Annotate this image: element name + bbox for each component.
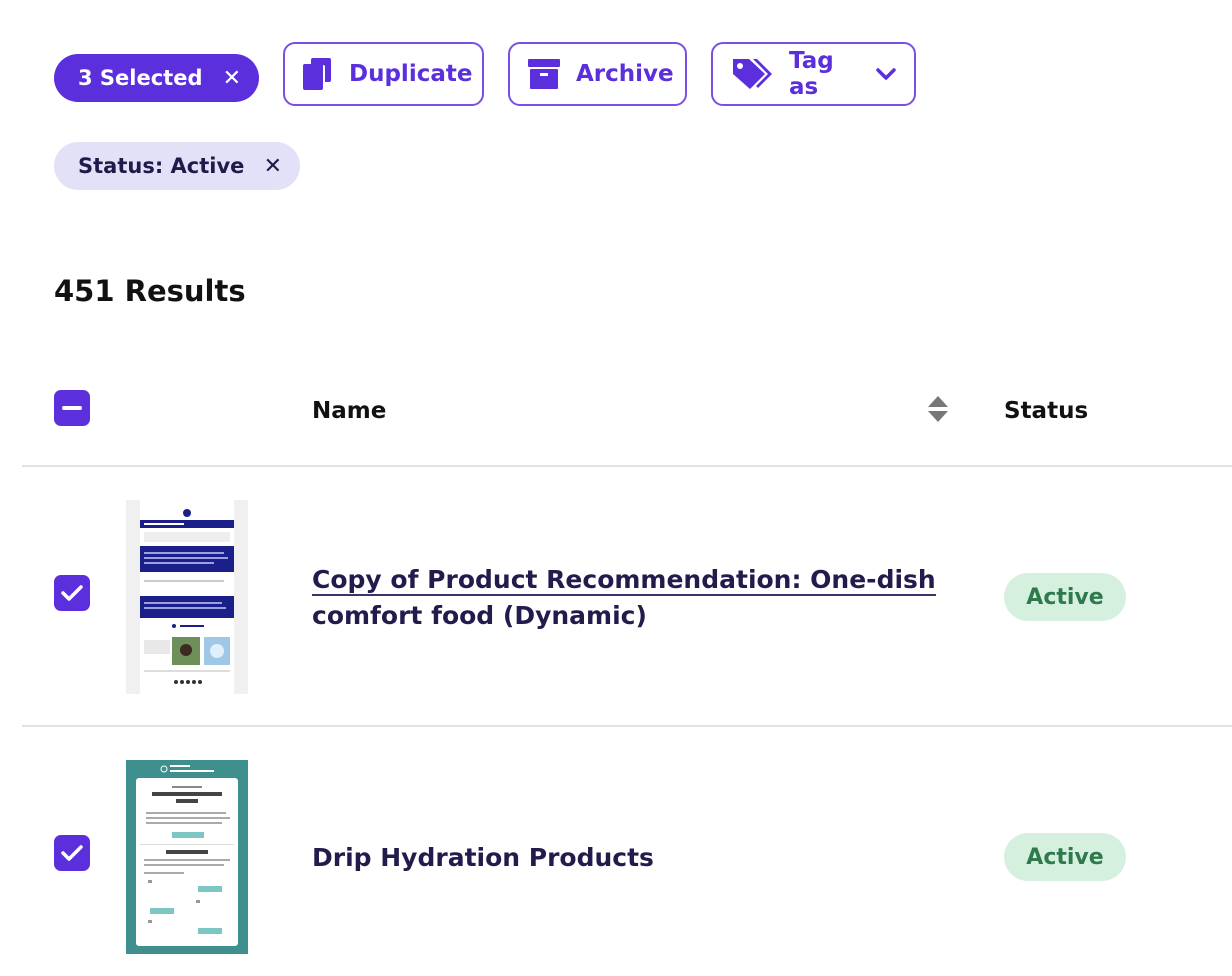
row-name-continued: comfort food (Dynamic)	[312, 601, 647, 630]
archive-button[interactable]: Archive	[508, 42, 687, 106]
chevron-down-icon	[876, 67, 896, 81]
column-header-name[interactable]: Name	[312, 398, 386, 424]
status-filter-chip[interactable]: Status: Active ✕	[54, 142, 300, 190]
checkmark-icon	[61, 845, 83, 861]
row-divider	[22, 725, 1232, 727]
checkmark-icon	[61, 585, 83, 601]
tag-as-label: Tag as	[789, 48, 834, 100]
status-badge: Active	[1004, 573, 1126, 621]
email-thumbnail[interactable]	[126, 500, 248, 694]
row-name-link[interactable]: Copy of Product Recommendation: One-dish	[312, 565, 936, 596]
tag-as-dropdown[interactable]: Tag as	[711, 42, 916, 106]
archive-label: Archive	[576, 61, 674, 87]
results-count: 451 Results	[54, 274, 246, 308]
duplicate-label: Duplicate	[349, 61, 473, 87]
selected-count-label: 3 Selected	[78, 66, 203, 90]
column-header-status[interactable]: Status	[1004, 398, 1088, 424]
row-name[interactable]: Copy of Product Recommendation: One-dish…	[312, 562, 936, 634]
row-checkbox[interactable]	[54, 575, 90, 611]
row-checkbox[interactable]	[54, 835, 90, 871]
select-all-checkbox[interactable]	[54, 390, 90, 426]
row-name-text[interactable]: Drip Hydration Products	[312, 843, 654, 872]
clear-selection-icon[interactable]: ✕	[223, 66, 241, 91]
header-divider	[22, 465, 1232, 467]
archive-box-icon	[528, 59, 560, 89]
copy-icon	[303, 58, 333, 90]
row-name[interactable]: Drip Hydration Products	[312, 840, 654, 876]
bulk-action-toolbar: 3 Selected ✕	[54, 42, 259, 106]
status-badge: Active	[1004, 833, 1126, 881]
email-thumbnail[interactable]	[126, 760, 248, 954]
selected-count-pill: 3 Selected ✕	[54, 54, 259, 102]
indeterminate-icon	[62, 406, 82, 410]
filter-label: Status: Active	[78, 154, 245, 178]
tags-icon	[731, 57, 773, 91]
remove-filter-icon[interactable]: ✕	[264, 154, 282, 179]
duplicate-button[interactable]: Duplicate	[283, 42, 484, 106]
sort-icon[interactable]	[926, 394, 950, 428]
